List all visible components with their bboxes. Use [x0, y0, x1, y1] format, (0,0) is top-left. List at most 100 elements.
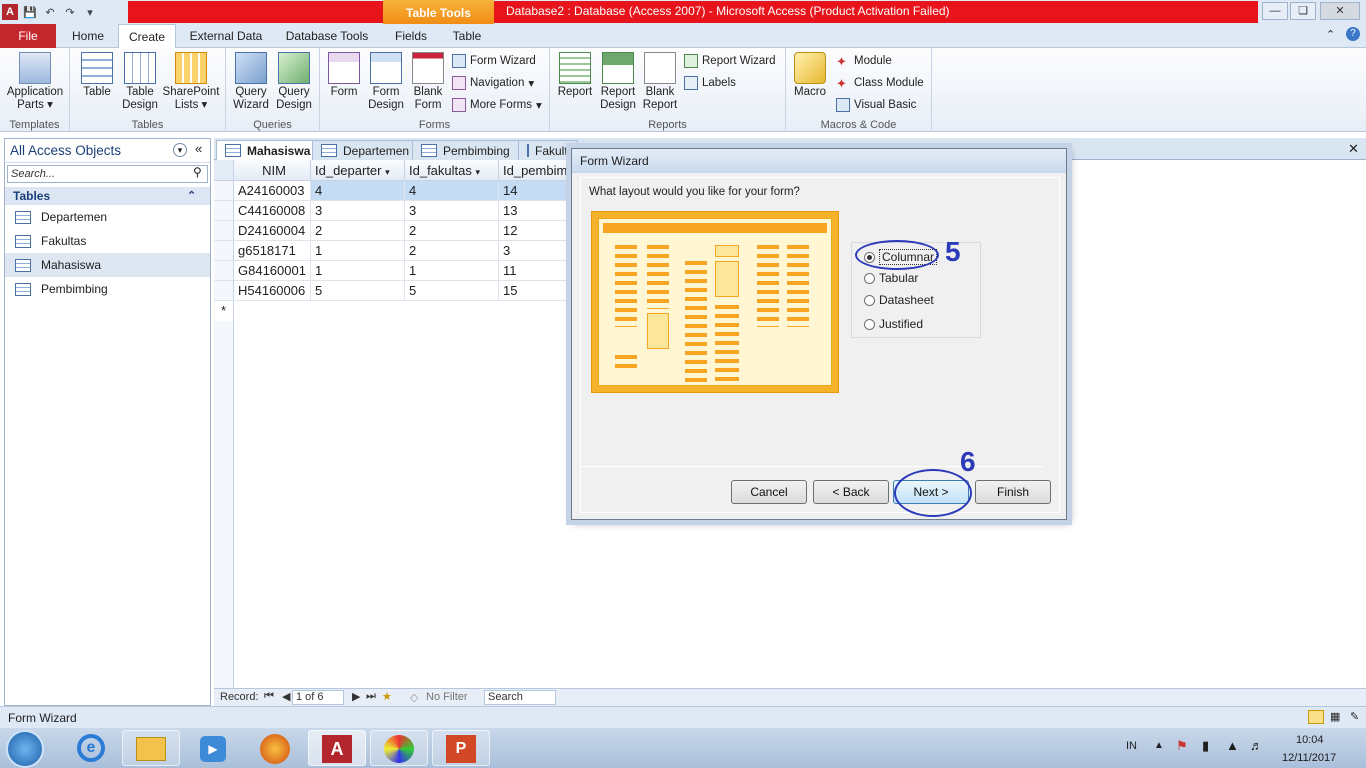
- report-wizard-button[interactable]: Report Wizard: [684, 54, 776, 68]
- access-logo-icon[interactable]: A: [2, 4, 18, 20]
- more-forms-button[interactable]: More Forms ▾: [452, 98, 542, 112]
- radio-button[interactable]: [864, 318, 875, 330]
- minimize-button[interactable]: —: [1262, 2, 1288, 20]
- table-button[interactable]: Table: [76, 52, 118, 99]
- column-header-id-fakultas[interactable]: Id_fakultas ▾: [405, 160, 499, 181]
- form-button[interactable]: Form: [324, 52, 364, 99]
- help-icon[interactable]: ?: [1346, 27, 1360, 41]
- media-player-taskbar-button[interactable]: ▶: [184, 730, 242, 766]
- table-cell[interactable]: 1: [311, 241, 405, 261]
- table-cell[interactable]: 4: [311, 181, 405, 201]
- table-cell[interactable]: 4: [405, 181, 499, 201]
- navigation-button[interactable]: Navigation ▾: [452, 76, 534, 90]
- record-search-input[interactable]: Search: [484, 690, 556, 705]
- table-cell[interactable]: 1: [311, 261, 405, 281]
- row-selector[interactable]: [214, 281, 234, 301]
- nav-item-fakultas[interactable]: Fakultas: [5, 229, 210, 253]
- table-cell[interactable]: 5: [311, 281, 405, 301]
- close-button[interactable]: ✕: [1320, 2, 1360, 20]
- row-selector[interactable]: [214, 221, 234, 241]
- table-cell[interactable]: 1: [405, 261, 499, 281]
- radio-button[interactable]: [864, 272, 875, 284]
- table-cell[interactable]: g6518171: [234, 241, 311, 261]
- explorer-taskbar-button[interactable]: [122, 730, 180, 766]
- table-cell[interactable]: G84160001: [234, 261, 311, 281]
- filter-icon[interactable]: ◇: [410, 691, 418, 704]
- table-cell[interactable]: D24160004: [234, 221, 311, 241]
- paint-taskbar-button[interactable]: [370, 730, 428, 766]
- language-indicator[interactable]: IN: [1126, 740, 1137, 752]
- battery-icon[interactable]: ▮: [1202, 738, 1209, 754]
- back-button[interactable]: < Back: [813, 480, 889, 504]
- sort-dropdown-icon[interactable]: ▾: [385, 167, 390, 177]
- blank-form-button[interactable]: Blank Form: [408, 52, 448, 112]
- collapse-chevron-icon[interactable]: ⌃: [187, 187, 196, 205]
- powerpoint-taskbar-button[interactable]: P: [432, 730, 490, 766]
- table-cell[interactable]: H54160006: [234, 281, 311, 301]
- table-cell[interactable]: 13: [499, 201, 571, 221]
- class-module-button[interactable]: ✦ Class Module: [836, 76, 924, 91]
- table-cell[interactable]: 3: [405, 201, 499, 221]
- row-selector[interactable]: [214, 201, 234, 221]
- column-header-id-pembimbing[interactable]: Id_pembim: [499, 160, 571, 181]
- nav-item-mahasiswa[interactable]: Mahasiswa: [5, 253, 210, 277]
- nav-header[interactable]: All Access Objects ▾ «: [5, 139, 210, 163]
- customize-qat-icon[interactable]: ▾: [82, 4, 98, 20]
- select-all-corner[interactable]: [214, 160, 234, 181]
- nav-section-tables[interactable]: Tables ⌃: [5, 187, 210, 205]
- search-icon[interactable]: ⚲: [193, 165, 202, 179]
- tab-database-tools[interactable]: Database Tools: [280, 24, 374, 48]
- radio-datasheet[interactable]: Datasheet: [864, 293, 934, 307]
- module-button[interactable]: ✦ Module: [836, 54, 892, 69]
- application-parts-button[interactable]: Application Parts ▾: [4, 52, 66, 112]
- doc-tab-departemen[interactable]: Departemen: [312, 140, 419, 160]
- network-signal-icon[interactable]: ▲: [1226, 738, 1239, 753]
- macro-button[interactable]: Macro: [790, 52, 830, 99]
- labels-button[interactable]: Labels: [684, 76, 736, 90]
- row-selector[interactable]: [214, 181, 234, 201]
- nav-menu-chevron-icon[interactable]: ▾: [173, 143, 187, 157]
- redo-icon[interactable]: ↷: [62, 4, 78, 20]
- close-document-icon[interactable]: ✕: [1348, 141, 1359, 157]
- form-design-button[interactable]: Form Design: [364, 52, 408, 112]
- save-icon[interactable]: 💾: [22, 4, 38, 20]
- radio-tabular[interactable]: Tabular: [864, 271, 918, 285]
- undo-icon[interactable]: ↶: [42, 4, 58, 20]
- tab-table[interactable]: Table: [446, 24, 488, 48]
- show-hidden-icons-icon[interactable]: ▲: [1154, 740, 1164, 751]
- sort-dropdown-icon[interactable]: ▾: [476, 167, 481, 177]
- table-cell[interactable]: 3: [499, 241, 571, 261]
- volume-icon[interactable]: ♬: [1250, 738, 1263, 753]
- table-cell[interactable]: 2: [405, 241, 499, 261]
- table-cell[interactable]: C44160008: [234, 201, 311, 221]
- tab-external-data[interactable]: External Data: [184, 24, 268, 48]
- clock-date[interactable]: 12/11/2017: [1282, 752, 1336, 764]
- tab-home[interactable]: Home: [62, 24, 114, 48]
- nav-search-input[interactable]: Search...: [7, 165, 208, 183]
- shutter-bar-icon[interactable]: «: [195, 141, 202, 156]
- doc-tab-mahasiswa[interactable]: Mahasiswa: [216, 140, 320, 160]
- new-record-icon[interactable]: ★: [382, 690, 392, 703]
- last-record-icon[interactable]: ⏭: [366, 690, 376, 703]
- nav-item-departemen[interactable]: Departemen: [5, 205, 210, 229]
- tab-create[interactable]: Create: [118, 24, 176, 49]
- table-cell[interactable]: 2: [311, 221, 405, 241]
- ie-taskbar-button[interactable]: e: [62, 730, 120, 766]
- datasheet-view-icon[interactable]: [1308, 710, 1324, 724]
- filter-status[interactable]: No Filter: [426, 691, 468, 703]
- design-view-icon[interactable]: ✎: [1350, 710, 1359, 723]
- table-cell[interactable]: 5: [405, 281, 499, 301]
- report-design-button[interactable]: Report Design: [596, 52, 640, 112]
- cancel-button[interactable]: Cancel: [731, 480, 807, 504]
- start-button[interactable]: [6, 730, 44, 768]
- tab-fields[interactable]: Fields: [390, 24, 432, 48]
- visual-basic-button[interactable]: Visual Basic: [836, 98, 916, 112]
- doc-tab-pembimbing[interactable]: Pembimbing: [412, 140, 519, 160]
- table-cell[interactable]: 12: [499, 221, 571, 241]
- column-header-nim[interactable]: NIM: [234, 160, 311, 181]
- doc-tab-fakultas[interactable]: Fakultas: [518, 140, 578, 160]
- row-selector[interactable]: [214, 241, 234, 261]
- next-record-icon[interactable]: ▶: [352, 690, 360, 703]
- radio-justified[interactable]: Justified: [864, 317, 923, 331]
- table-cell[interactable]: 14: [499, 181, 571, 201]
